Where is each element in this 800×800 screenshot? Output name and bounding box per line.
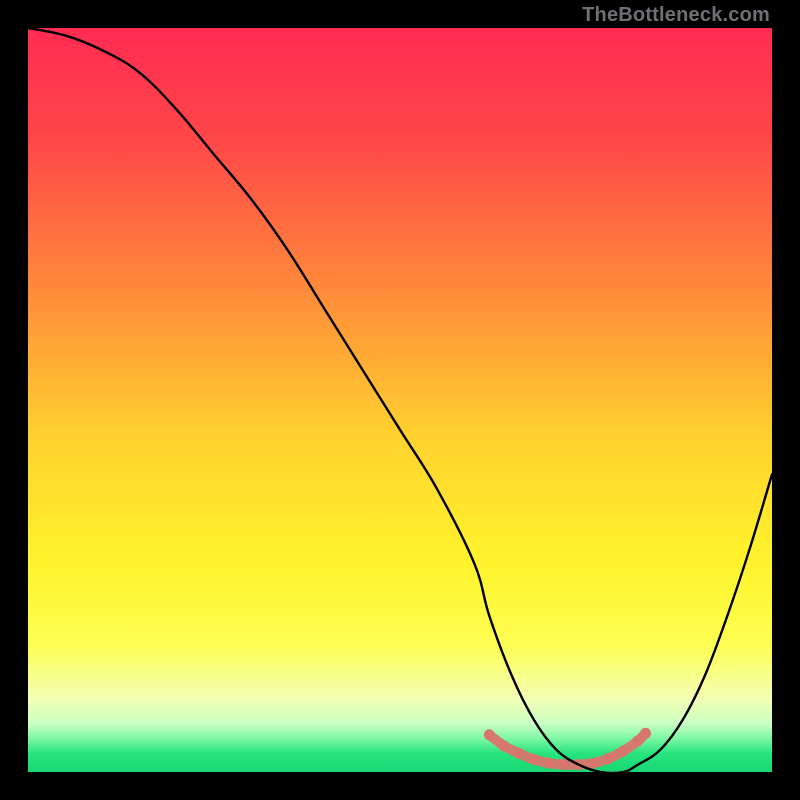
chart-frame: TheBottleneck.com (0, 0, 800, 800)
chart-svg (28, 28, 772, 772)
optimal-range-dot (484, 729, 495, 740)
watermark-text: TheBottleneck.com (582, 4, 770, 27)
optimal-range-dot (588, 758, 599, 769)
plot-area (28, 28, 772, 772)
optimal-range-dot (514, 748, 525, 759)
bottleneck-curve (28, 28, 772, 772)
optimal-range-dot (499, 740, 510, 751)
optimal-range-dot (640, 728, 651, 739)
optimal-range-dot (603, 753, 614, 764)
optimal-range-highlight (484, 728, 651, 770)
optimal-range-dot (558, 759, 569, 770)
optimal-range-dot (528, 754, 539, 765)
optimal-range-dot (543, 758, 554, 769)
optimal-range-dot (618, 746, 629, 757)
